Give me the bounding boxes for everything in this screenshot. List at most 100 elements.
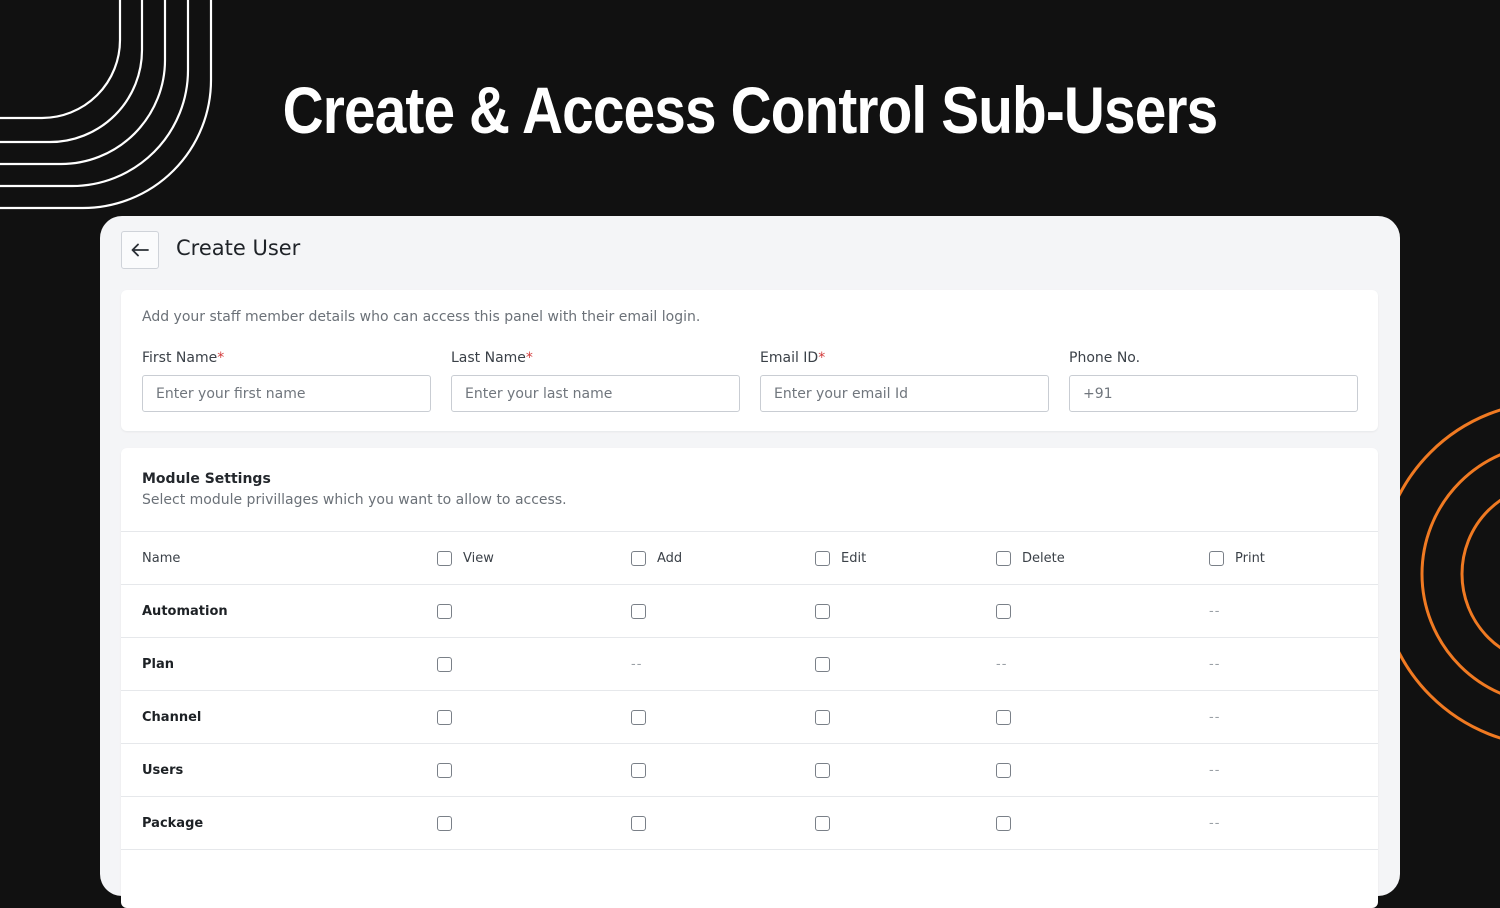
automation-edit-checkbox[interactable] xyxy=(815,603,830,619)
email-label: Email ID* xyxy=(760,350,826,366)
users-add-checkbox[interactable] xyxy=(631,762,646,778)
details-intro-text: Add your staff member details who can ac… xyxy=(142,309,701,325)
print-cell: -- xyxy=(1209,585,1220,637)
add-cell: -- xyxy=(631,638,642,690)
channel-delete-checkbox[interactable] xyxy=(996,709,1011,725)
channel-view-checkbox[interactable] xyxy=(437,709,452,725)
arrow-left-icon xyxy=(131,243,149,257)
page-title: Create User xyxy=(176,236,301,260)
module-name: Plan xyxy=(142,656,175,672)
module-name: Channel xyxy=(142,709,202,725)
view-cell xyxy=(437,585,452,637)
first-name-label: First Name* xyxy=(142,350,225,366)
last-name-input[interactable] xyxy=(451,375,740,412)
last-name-label: Last Name* xyxy=(451,350,533,366)
required-mark: * xyxy=(525,350,533,366)
table-body: Automation -- Plan -- -- -- Channel -- Users -- Pa… xyxy=(121,584,1378,849)
first-name-group: First Name* xyxy=(142,350,431,412)
print-cell: -- xyxy=(1209,797,1220,849)
module-settings-card: Module Settings Select module privillage… xyxy=(121,448,1378,908)
create-user-panel: Create User Add your staff member detail… xyxy=(100,216,1400,908)
column-header-view: View xyxy=(437,532,494,584)
hero-title: Create & Access Control Sub-Users xyxy=(282,73,1219,147)
view-cell xyxy=(437,797,452,849)
channel-add-checkbox[interactable] xyxy=(631,709,646,725)
delete-cell xyxy=(996,744,1011,796)
select-all-delete-checkbox[interactable] xyxy=(996,550,1011,566)
users-delete-checkbox[interactable] xyxy=(996,762,1011,778)
email-group: Email ID* xyxy=(760,350,1049,412)
not-applicable-dash: -- xyxy=(631,656,643,672)
package-add-checkbox[interactable] xyxy=(631,815,646,831)
automation-view-checkbox[interactable] xyxy=(437,603,452,619)
module-name: Package xyxy=(142,815,204,831)
email-input[interactable] xyxy=(760,375,1049,412)
add-cell xyxy=(631,797,646,849)
select-all-print-checkbox[interactable] xyxy=(1209,550,1224,566)
not-applicable-dash: -- xyxy=(996,656,1008,672)
column-header-delete: Delete xyxy=(996,532,1065,584)
module-settings-subtitle: Select module privillages which you want… xyxy=(142,492,567,508)
last-name-group: Last Name* xyxy=(451,350,740,412)
edit-cell xyxy=(815,638,830,690)
phone-group: Phone No. xyxy=(1069,350,1358,412)
column-header-name: Name xyxy=(142,550,181,566)
channel-edit-checkbox[interactable] xyxy=(815,709,830,725)
delete-cell xyxy=(996,585,1011,637)
automation-add-checkbox[interactable] xyxy=(631,603,646,619)
table-row: Channel -- xyxy=(121,690,1378,743)
plan-view-checkbox[interactable] xyxy=(437,656,452,672)
column-header-edit: Edit xyxy=(815,532,866,584)
column-header-add: Add xyxy=(631,532,682,584)
print-cell: -- xyxy=(1209,744,1220,796)
select-all-add-checkbox[interactable] xyxy=(631,550,646,566)
package-delete-checkbox[interactable] xyxy=(996,815,1011,831)
table-row: Automation -- xyxy=(121,584,1378,637)
required-mark: * xyxy=(818,350,826,366)
user-details-card: Add your staff member details who can ac… xyxy=(121,290,1378,431)
select-all-edit-checkbox[interactable] xyxy=(815,550,830,566)
first-name-input[interactable] xyxy=(142,375,431,412)
required-mark: * xyxy=(217,350,225,366)
permissions-table: Name View Add Edit Delete Print Automati… xyxy=(121,531,1378,902)
plan-edit-checkbox[interactable] xyxy=(815,656,830,672)
phone-label: Phone No. xyxy=(1069,350,1141,366)
phone-input[interactable] xyxy=(1069,375,1358,412)
not-applicable-dash: -- xyxy=(1209,762,1221,778)
table-row: Plan -- -- -- xyxy=(121,637,1378,690)
module-name: Automation xyxy=(142,603,228,619)
module-settings-title: Module Settings xyxy=(142,471,271,487)
select-all-view-checkbox[interactable] xyxy=(437,550,452,566)
edit-cell xyxy=(815,797,830,849)
package-view-checkbox[interactable] xyxy=(437,815,452,831)
not-applicable-dash: -- xyxy=(1209,709,1221,725)
module-name: Users xyxy=(142,762,184,778)
delete-cell xyxy=(996,691,1011,743)
edit-cell xyxy=(815,744,830,796)
package-edit-checkbox[interactable] xyxy=(815,815,830,831)
delete-cell xyxy=(996,797,1011,849)
edit-cell xyxy=(815,585,830,637)
not-applicable-dash: -- xyxy=(1209,603,1221,619)
view-cell xyxy=(437,638,452,690)
edit-cell xyxy=(815,691,830,743)
not-applicable-dash: -- xyxy=(1209,656,1221,672)
back-button[interactable] xyxy=(121,231,159,269)
automation-delete-checkbox[interactable] xyxy=(996,603,1011,619)
column-header-print: Print xyxy=(1209,532,1265,584)
delete-cell: -- xyxy=(996,638,1007,690)
view-cell xyxy=(437,744,452,796)
add-cell xyxy=(631,744,646,796)
users-edit-checkbox[interactable] xyxy=(815,762,830,778)
users-view-checkbox[interactable] xyxy=(437,762,452,778)
table-row: Package -- xyxy=(121,796,1378,849)
print-cell: -- xyxy=(1209,691,1220,743)
add-cell xyxy=(631,691,646,743)
table-row: Users -- xyxy=(121,743,1378,796)
not-applicable-dash: -- xyxy=(1209,815,1221,831)
table-header-row: Name View Add Edit Delete Print xyxy=(121,531,1378,584)
print-cell: -- xyxy=(1209,638,1220,690)
table-row-partial xyxy=(121,849,1378,902)
view-cell xyxy=(437,691,452,743)
add-cell xyxy=(631,585,646,637)
